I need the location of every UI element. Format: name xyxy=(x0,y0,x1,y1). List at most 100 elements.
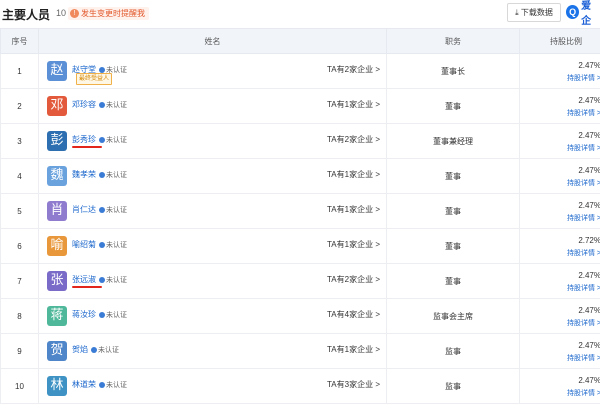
download-icon: ⤓ xyxy=(515,8,519,17)
company-count-link[interactable]: TA有1家企业 > xyxy=(327,239,380,250)
column-header-share: 持股比例 xyxy=(520,29,600,54)
verify-icon xyxy=(99,312,105,318)
row-number: 3 xyxy=(1,124,39,159)
row-number: 10 xyxy=(1,369,39,404)
brand-text: 爱企 xyxy=(581,0,600,27)
person-name-link[interactable]: 魏孝荣 xyxy=(72,169,96,180)
cert-label: 未认证 xyxy=(106,170,127,180)
share-detail-link[interactable]: 持股详情 > xyxy=(567,353,600,363)
red-underline-annotation xyxy=(72,286,102,288)
name-cell: 赵赵守堂未认证最终受益人TA有2家企业 > xyxy=(39,54,386,88)
download-button[interactable]: ⤓ 下载数据 xyxy=(507,3,561,22)
position-cell: 监事 xyxy=(387,369,520,404)
table-row: 6喻喻绍菊未认证TA有1家企业 >董事2.72%持股详情 > xyxy=(1,229,600,264)
cert-status: 未认证 xyxy=(99,240,127,250)
table-row: 2邓邓珍容未认证TA有1家企业 >董事2.47%持股详情 > xyxy=(1,89,600,124)
avatar[interactable]: 林 xyxy=(47,376,67,396)
avatar[interactable]: 蒋 xyxy=(47,306,67,326)
share-percent: 2.47% xyxy=(578,131,600,140)
person-name-link[interactable]: 张远淑 xyxy=(72,274,96,285)
verify-icon xyxy=(99,277,105,283)
company-count-link[interactable]: TA有2家企业 > xyxy=(327,134,380,145)
beneficiary-badge: 最终受益人 xyxy=(76,73,112,85)
share-percent: 2.47% xyxy=(578,306,600,315)
share-detail-link[interactable]: 持股详情 > xyxy=(567,143,600,153)
share-detail-link[interactable]: 持股详情 > xyxy=(567,213,600,223)
position-cell: 董事 xyxy=(387,159,520,194)
company-count-link[interactable]: TA有2家企业 > xyxy=(327,64,380,75)
verify-icon xyxy=(91,347,97,353)
share-cell: 2.47% 持股详情 > xyxy=(520,369,600,403)
cert-label: 未认证 xyxy=(106,310,127,320)
share-detail-link[interactable]: 持股详情 > xyxy=(567,108,600,118)
column-header-position: 职务 xyxy=(387,29,520,54)
avatar[interactable]: 肖 xyxy=(47,201,67,221)
download-label: 下载数据 xyxy=(521,8,553,17)
avatar[interactable]: 喻 xyxy=(47,236,67,256)
company-count-link[interactable]: TA有1家企业 > xyxy=(327,204,380,215)
cert-status: 未认证 xyxy=(99,310,127,320)
table-row: 9贺贺焰未认证TA有1家企业 >监事2.47%持股详情 > xyxy=(1,334,600,369)
table-row: 10 林林道荣未认证 TA有3家企业 > 监事 2.47% 持股详情 > xyxy=(1,369,600,404)
share-detail-link[interactable]: 持股详情 > xyxy=(567,388,600,398)
avatar[interactable]: 彭 xyxy=(47,131,67,151)
name-cell: 贺贺焰未认证 TA有1家企业 > xyxy=(39,334,386,368)
avatar[interactable]: 赵 xyxy=(47,61,67,81)
share-percent: 2.72% xyxy=(578,236,600,245)
share-detail-link[interactable]: 持股详情 > xyxy=(567,248,600,258)
share-percent: 2.47% xyxy=(578,166,600,175)
avatar[interactable]: 魏 xyxy=(47,166,67,186)
cert-label: 未认证 xyxy=(106,380,127,390)
name-cell: 张张远淑未认证TA有2家企业 > xyxy=(39,264,386,298)
verify-icon xyxy=(99,242,105,248)
person-name-link[interactable]: 贺焰 xyxy=(72,344,88,355)
share-percent: 2.47% xyxy=(578,96,600,105)
share-percent: 2.47% xyxy=(578,376,600,385)
name-cell: 彭彭秀珍未认证 TA有2家企业 > xyxy=(39,124,386,158)
cert-label: 未认证 xyxy=(106,135,127,145)
red-underline-annotation xyxy=(72,146,102,148)
cert-status: 未认证 xyxy=(99,380,127,390)
section-title: 主要人员 xyxy=(2,6,50,23)
share-cell: 2.47% 持股详情 > xyxy=(520,89,600,123)
share-cell: 2.47% 持股详情 > xyxy=(520,159,600,193)
avatar[interactable]: 张 xyxy=(47,271,67,291)
change-alert-button[interactable]: ! 发生变更时提醒我 xyxy=(68,7,149,20)
position-cell: 董事兼经理 xyxy=(387,124,520,159)
row-number: 5 xyxy=(1,194,39,229)
person-name-link[interactable]: 林道荣 xyxy=(72,379,96,390)
row-number: 1 xyxy=(1,54,39,89)
cert-status: 未认证 xyxy=(91,345,119,355)
cert-status: 未认证 xyxy=(99,205,127,215)
share-percent: 2.47% xyxy=(578,61,600,70)
share-percent: 2.47% xyxy=(578,341,600,350)
cert-label: 未认证 xyxy=(106,240,127,250)
position-cell: 董事 xyxy=(387,229,520,264)
share-detail-link[interactable]: 持股详情 > xyxy=(567,318,600,328)
column-header-name: 姓名 xyxy=(39,29,387,54)
person-name-link[interactable]: 彭秀珍 xyxy=(72,134,96,145)
name-cell: 林林道荣未认证 TA有3家企业 > xyxy=(39,369,386,403)
personnel-table: 序号 姓名 职务 持股比例 1赵赵守堂未认证最终受益人TA有2家企业 >董事长2… xyxy=(0,28,600,404)
share-detail-link[interactable]: 持股详情 > xyxy=(567,73,600,83)
person-name-link[interactable]: 肖仁达 xyxy=(72,204,96,215)
company-count-link[interactable]: TA有2家企业 > xyxy=(327,274,380,285)
position-cell: 董事 xyxy=(387,194,520,229)
cert-label: 未认证 xyxy=(106,205,127,215)
person-name-link[interactable]: 蒋汝珍 xyxy=(72,309,96,320)
company-count-link[interactable]: TA有1家企业 > xyxy=(327,169,380,180)
table-row: 5肖肖仁达未认证TA有1家企业 >董事2.47%持股详情 > xyxy=(1,194,600,229)
company-count-link[interactable]: TA有3家企业 > xyxy=(327,379,380,390)
avatar[interactable]: 贺 xyxy=(47,341,67,361)
cert-status: 未认证 xyxy=(99,135,127,145)
person-name-link[interactable]: 喻绍菊 xyxy=(72,239,96,250)
avatar[interactable]: 邓 xyxy=(47,96,67,116)
person-name-link[interactable]: 邓珍容 xyxy=(72,99,96,110)
company-count-link[interactable]: TA有4家企业 > xyxy=(327,309,380,320)
share-detail-link[interactable]: 持股详情 > xyxy=(567,178,600,188)
company-count-link[interactable]: TA有1家企业 > xyxy=(327,99,380,110)
share-detail-link[interactable]: 持股详情 > xyxy=(567,283,600,293)
table-row: 8蒋蒋汝珍未认证TA有4家企业 >监事会主席2.47%持股详情 > xyxy=(1,299,600,334)
row-number: 8 xyxy=(1,299,39,334)
company-count-link[interactable]: TA有1家企业 > xyxy=(327,344,380,355)
